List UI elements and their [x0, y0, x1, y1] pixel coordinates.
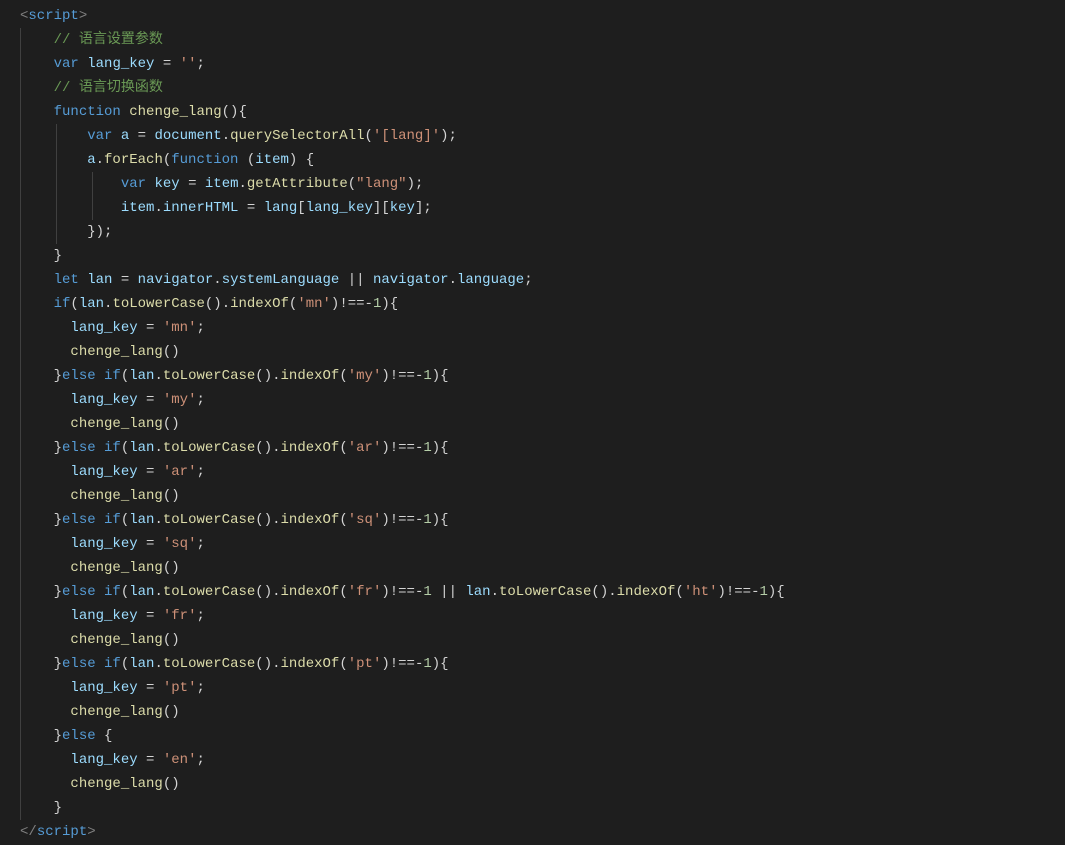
code-line: var key = item.getAttribute("lang"); — [20, 172, 1065, 196]
keyword-if: if — [104, 368, 121, 384]
code-line: lang_key = 'sq'; — [20, 532, 1065, 556]
code-line: } — [20, 796, 1065, 820]
string-literal: '[lang]' — [373, 128, 440, 144]
tag-bracket: </ — [20, 824, 37, 840]
identifier: key — [390, 200, 415, 216]
parameter: item — [255, 152, 289, 168]
string-literal: 'mn' — [297, 296, 331, 312]
code-line: a.forEach(function (item) { — [20, 148, 1065, 172]
string-literal: 'ar' — [348, 440, 382, 456]
keyword-else: else — [62, 368, 96, 384]
function-name: chenge_lang — [129, 104, 221, 120]
code-line: <script> — [20, 4, 1065, 28]
string-literal: 'en' — [163, 752, 197, 768]
identifier: lan — [79, 296, 104, 312]
identifier: navigator — [138, 272, 214, 288]
code-editor[interactable]: <script> // 语言设置参数 var lang_key = ''; //… — [20, 4, 1065, 844]
string-literal: 'sq' — [348, 512, 382, 528]
code-line: }else if(lan.toLowerCase().indexOf('ar')… — [20, 436, 1065, 460]
code-line: }else if(lan.toLowerCase().indexOf('fr')… — [20, 580, 1065, 604]
comment: // 语言切换函数 — [54, 80, 163, 96]
string-literal: 'mn' — [163, 320, 197, 336]
method-call: getAttribute — [247, 176, 348, 192]
closing-brace: }); — [87, 224, 112, 240]
code-line: lang_key = 'pt'; — [20, 676, 1065, 700]
code-line: lang_key = 'en'; — [20, 748, 1065, 772]
code-line: chenge_lang() — [20, 556, 1065, 580]
identifier: lang_key — [306, 200, 373, 216]
string-literal: 'ht' — [684, 584, 718, 600]
code-line: lang_key = 'fr'; — [20, 604, 1065, 628]
keyword-var: var — [54, 56, 79, 72]
code-line: chenge_lang() — [20, 340, 1065, 364]
code-line: chenge_lang() — [20, 772, 1065, 796]
code-line: lang_key = 'my'; — [20, 388, 1065, 412]
code-line: chenge_lang() — [20, 484, 1065, 508]
string-literal: 'my' — [163, 392, 197, 408]
tag-bracket: > — [87, 824, 95, 840]
string-literal: 'fr' — [163, 608, 197, 624]
identifier: document — [154, 128, 221, 144]
code-line: let lan = navigator.systemLanguage || na… — [20, 268, 1065, 292]
code-line: var a = document.querySelectorAll('[lang… — [20, 124, 1065, 148]
identifier: lang_key — [70, 320, 137, 336]
tag-name: script — [28, 8, 78, 24]
keyword-var: var — [87, 128, 112, 144]
string-literal: 'pt' — [348, 656, 382, 672]
keyword-var: var — [121, 176, 146, 192]
string-literal: 'ar' — [163, 464, 197, 480]
closing-brace: } — [54, 248, 62, 264]
identifier: key — [154, 176, 179, 192]
code-line: </script> — [20, 820, 1065, 844]
code-line: }); — [20, 220, 1065, 244]
code-line: if(lan.toLowerCase().indexOf('mn')!==-1)… — [20, 292, 1065, 316]
code-line: chenge_lang() — [20, 412, 1065, 436]
comment: // 语言设置参数 — [54, 32, 163, 48]
identifier: a — [87, 152, 95, 168]
code-line: }else if(lan.toLowerCase().indexOf('sq')… — [20, 508, 1065, 532]
string-literal: 'my' — [348, 368, 382, 384]
code-line: var lang_key = ''; — [20, 52, 1065, 76]
function-call: chenge_lang — [70, 344, 162, 360]
code-line: // 语言切换函数 — [20, 76, 1065, 100]
keyword-let: let — [54, 272, 79, 288]
code-line: item.innerHTML = lang[lang_key][key]; — [20, 196, 1065, 220]
code-line: }else if(lan.toLowerCase().indexOf('pt')… — [20, 652, 1065, 676]
code-line: chenge_lang() — [20, 700, 1065, 724]
keyword-function: function — [54, 104, 121, 120]
method-call: querySelectorAll — [230, 128, 364, 144]
string-literal: 'pt' — [163, 680, 197, 696]
code-line: } — [20, 244, 1065, 268]
tag-name: script — [37, 824, 87, 840]
identifier: item — [121, 200, 155, 216]
identifier: lang — [264, 200, 298, 216]
code-line: chenge_lang() — [20, 628, 1065, 652]
code-line: }else if(lan.toLowerCase().indexOf('my')… — [20, 364, 1065, 388]
string-literal: '' — [180, 56, 197, 72]
method-call: indexOf — [230, 296, 289, 312]
identifier: navigator — [373, 272, 449, 288]
string-literal: 'fr' — [348, 584, 382, 600]
identifier: item — [205, 176, 239, 192]
tag-bracket: > — [79, 8, 87, 24]
code-line: function chenge_lang(){ — [20, 100, 1065, 124]
code-line: // 语言设置参数 — [20, 28, 1065, 52]
string-literal: "lang" — [356, 176, 406, 192]
code-line: lang_key = 'mn'; — [20, 316, 1065, 340]
property: innerHTML — [163, 200, 239, 216]
identifier: lan — [87, 272, 112, 288]
method-call: toLowerCase — [112, 296, 204, 312]
code-line: }else { — [20, 724, 1065, 748]
code-line: lang_key = 'ar'; — [20, 460, 1065, 484]
keyword-function: function — [171, 152, 238, 168]
method-call: forEach — [104, 152, 163, 168]
keyword-if: if — [54, 296, 71, 312]
property: systemLanguage — [222, 272, 340, 288]
identifier: lang_key — [87, 56, 154, 72]
identifier: a — [121, 128, 129, 144]
closing-brace: } — [54, 800, 62, 816]
property: language — [457, 272, 524, 288]
keyword-else: else — [62, 728, 96, 744]
string-literal: 'sq' — [163, 536, 197, 552]
